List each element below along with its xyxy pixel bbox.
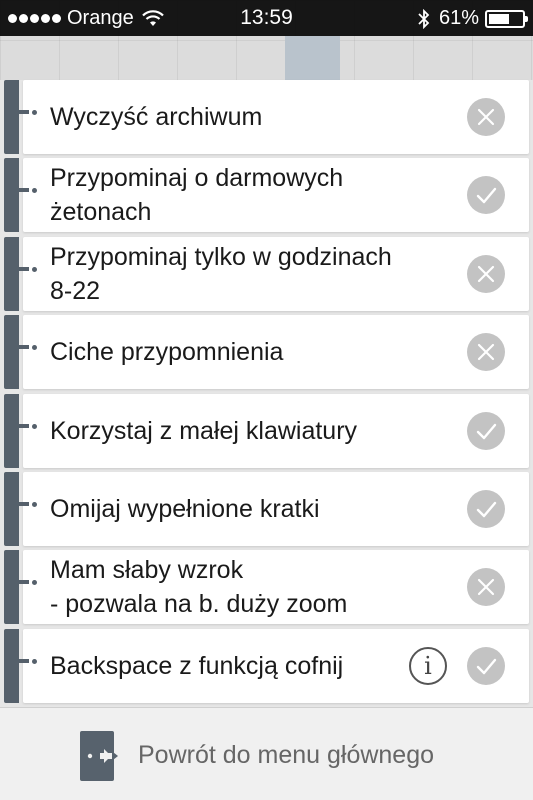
row-tab (4, 628, 19, 703)
setting-row[interactable]: Ciche przypomnienia (0, 313, 533, 391)
row-tab (4, 80, 19, 154)
toggle-x-icon[interactable] (467, 254, 505, 293)
row-connector (19, 501, 29, 506)
setting-row[interactable]: Mam słaby wzrok - pozwala na b. duży zoo… (0, 548, 533, 626)
row-tab (4, 471, 19, 546)
bullet-icon (32, 423, 37, 429)
info-icon[interactable]: i (409, 646, 447, 685)
back-to-main-menu-button[interactable]: Powrót do menu głównego (0, 707, 533, 800)
setting-label: Backspace z funkcją cofnij (50, 651, 344, 680)
row-tab (4, 393, 19, 468)
row-connector (19, 658, 29, 663)
bluetooth-icon (418, 8, 430, 29)
battery-icon (485, 9, 528, 28)
bullet-icon (32, 266, 37, 272)
toggle-x-icon[interactable] (467, 568, 505, 607)
row-tab (4, 158, 19, 233)
settings-list: Wyczyść archiwum Przypominaj o darmowych … (0, 78, 533, 705)
setting-label: Omijaj wypełnione kratki (50, 494, 320, 523)
setting-label: Mam słaby wzrok - pozwala na b. duży zoo… (50, 556, 348, 619)
setting-label: Ciche przypomnienia (50, 338, 284, 367)
toggle-check-icon[interactable] (467, 489, 505, 528)
crossword-highlight-cell (285, 36, 340, 80)
toggle-check-icon[interactable] (467, 646, 505, 685)
row-tab (4, 315, 19, 390)
battery-percent: 61% (438, 7, 479, 29)
row-connector (19, 423, 29, 428)
setting-label: Przypominaj o darmowych żetonach (50, 164, 344, 227)
setting-row[interactable]: Wyczyść archiwum (0, 78, 533, 156)
row-tab (4, 550, 19, 625)
setting-label: Przypominaj tylko w godzinach 8-22 (50, 242, 392, 305)
bullet-icon (32, 110, 37, 115)
row-connector (19, 266, 29, 271)
bullet-icon (32, 501, 37, 507)
row-connector (19, 345, 29, 350)
toggle-check-icon[interactable] (467, 176, 505, 215)
status-bar: Orange 13:59 61% (0, 0, 533, 36)
setting-row[interactable]: Przypominaj tylko w godzinach 8-22 (0, 235, 533, 313)
setting-label: Wyczyść archiwum (50, 103, 263, 131)
row-tab (4, 236, 19, 311)
toggle-x-icon[interactable] (467, 333, 505, 372)
row-connector (19, 110, 29, 114)
row-connector (19, 188, 29, 193)
row-connector (19, 580, 29, 585)
toggle-x-icon[interactable] (467, 98, 505, 136)
setting-row[interactable]: Backspace z funkcją cofnij i (0, 627, 533, 705)
toggle-check-icon[interactable] (467, 411, 505, 450)
setting-row[interactable]: Omijaj wypełnione kratki (0, 470, 533, 548)
exit-door-icon (80, 731, 118, 781)
setting-row[interactable]: Przypominaj o darmowych żetonach (0, 156, 533, 234)
setting-row[interactable]: Korzystaj z małej klawiatury (0, 392, 533, 470)
bullet-icon (32, 658, 37, 664)
back-to-main-menu-label: Powrót do menu głównego (138, 741, 435, 769)
setting-label: Korzystaj z małej klawiatury (50, 416, 358, 445)
